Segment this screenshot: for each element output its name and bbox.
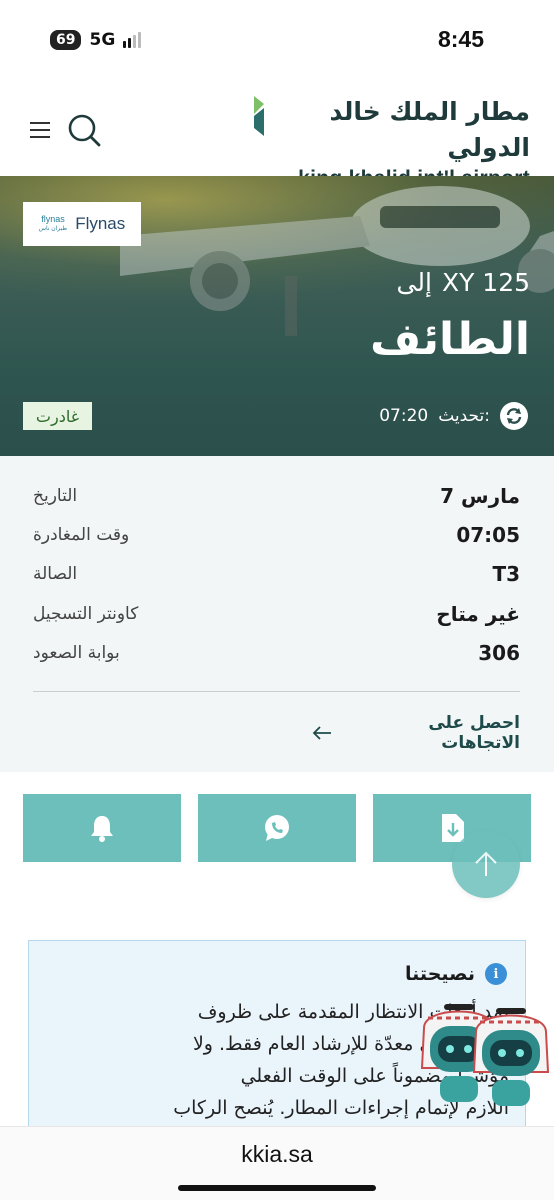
detail-value: 306 xyxy=(478,641,520,665)
hamburger-icon[interactable] xyxy=(30,122,50,138)
update-label: تحديث: xyxy=(438,406,490,426)
clock: 8:45 xyxy=(437,26,484,52)
search-icon[interactable] xyxy=(66,112,102,148)
airline-small-mark: flynas طيران ناس xyxy=(38,214,68,232)
home-indicator[interactable] xyxy=(178,1185,376,1191)
detail-label: التاريخ xyxy=(33,486,78,506)
detail-label: كاونتر التسجيل xyxy=(33,604,139,624)
bell-icon xyxy=(91,816,113,842)
directions-label: احصل على الاتجاهات xyxy=(428,713,520,753)
flight-route-line: XY 125 إلى xyxy=(397,268,530,297)
notify-button[interactable] xyxy=(23,794,181,862)
status-indicators: 69 5G xyxy=(50,30,142,50)
to-label: إلى xyxy=(396,268,432,297)
advice-header: نصيحتنا i xyxy=(405,963,507,985)
assistant-mascot-icon[interactable] xyxy=(466,1002,554,1112)
destination-city: الطائف xyxy=(370,314,530,365)
whatsapp-share-button[interactable] xyxy=(198,794,356,862)
detail-row-gate: بوابة الصعود 306 xyxy=(33,637,520,669)
flight-hero: flynas طيران ناس Flynas XY 125 إلى الطائ… xyxy=(0,176,554,456)
airport-logo[interactable]: مطار الملك خالد الدولي king khalid int'l… xyxy=(250,94,530,190)
whatsapp-icon xyxy=(265,815,289,841)
update-time: 07:20 xyxy=(379,406,429,426)
info-icon: i xyxy=(485,963,507,985)
scroll-to-top-button[interactable] xyxy=(452,830,520,898)
url-text[interactable]: kkia.sa xyxy=(0,1141,554,1168)
last-update: 07:20 تحديث: xyxy=(379,402,528,430)
detail-value: T3 xyxy=(492,562,520,586)
get-directions-link[interactable]: احصل على الاتجاهات xyxy=(312,713,520,753)
advice-title: نصيحتنا xyxy=(405,963,475,985)
detail-label: الصالة xyxy=(33,564,78,584)
detail-value: غير متاح xyxy=(436,602,520,626)
battery-indicator: 69 xyxy=(50,30,82,50)
detail-label: بوابة الصعود xyxy=(33,643,120,663)
refresh-icon[interactable] xyxy=(500,402,528,430)
detail-value: 07:05 xyxy=(456,523,520,547)
detail-row-terminal: الصالة T3 xyxy=(33,558,520,590)
signal-icon xyxy=(123,32,142,48)
arrow-left-icon xyxy=(312,726,331,740)
airline-logo: flynas طيران ناس Flynas xyxy=(23,202,141,246)
detail-row-departure-time: وقت المغادرة 07:05 xyxy=(33,519,520,551)
detail-row-date: التاريخ مارس 7 xyxy=(33,480,520,512)
airline-name: Flynas xyxy=(75,214,126,233)
logo-arabic: مطار الملك خالد الدولي xyxy=(329,97,530,162)
flight-number: XY 125 xyxy=(441,268,530,297)
arrow-up-icon xyxy=(475,851,497,876)
status-badge: غادرت xyxy=(23,402,92,430)
browser-address-bar[interactable]: kkia.sa xyxy=(0,1126,554,1200)
divider xyxy=(33,691,520,692)
flight-details: التاريخ مارس 7 وقت المغادرة 07:05 الصالة… xyxy=(0,456,554,772)
detail-value: مارس 7 xyxy=(440,484,520,508)
network-type: 5G xyxy=(89,30,116,50)
logo-mark-icon xyxy=(254,96,264,136)
detail-label: وقت المغادرة xyxy=(33,525,130,545)
detail-row-checkin-counter: كاونتر التسجيل غير متاح xyxy=(33,598,520,630)
status-bar: 69 5G 8:45 xyxy=(0,0,554,84)
site-header: مطار الملك خالد الدولي king khalid int'l… xyxy=(0,84,554,190)
